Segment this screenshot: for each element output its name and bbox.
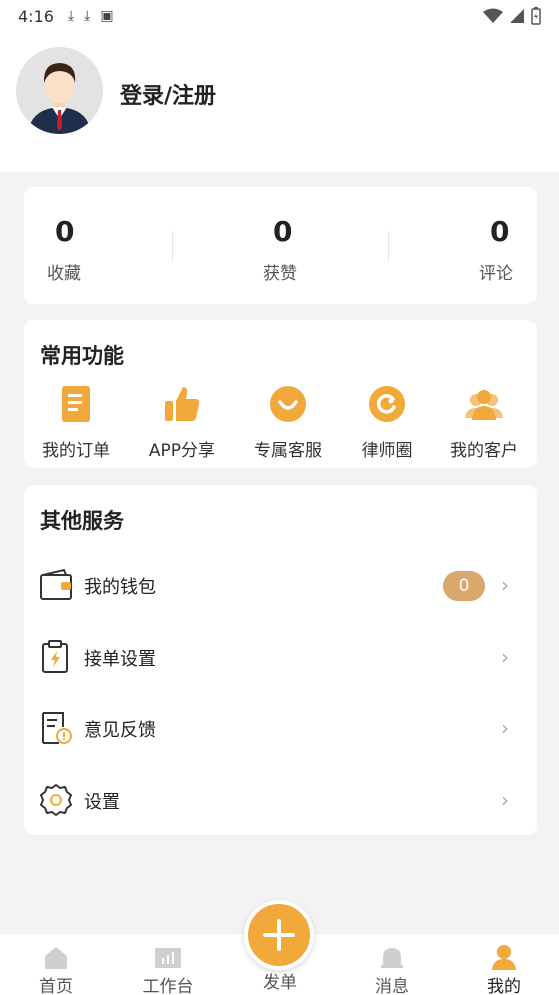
signal-icon bbox=[510, 9, 524, 23]
service-row-feedback[interactable]: 意见反馈 › bbox=[24, 698, 537, 758]
avatar[interactable] bbox=[16, 47, 103, 134]
home-icon bbox=[45, 947, 67, 969]
chevron-right-icon: › bbox=[501, 645, 509, 669]
tab-label: 消息 bbox=[375, 977, 409, 995]
stat-label: 获赞 bbox=[263, 264, 297, 284]
func-label: APP分享 bbox=[148, 441, 216, 461]
service-label: 意见反馈 bbox=[84, 720, 156, 741]
func-my-clients[interactable]: 我的客户 bbox=[434, 384, 534, 461]
stat-comments[interactable]: 0 评论 bbox=[366, 187, 537, 304]
stats-card: 0 收藏 0 获赞 0 评论 bbox=[24, 187, 537, 304]
service-label: 设置 bbox=[84, 792, 120, 813]
service-row-order-settings[interactable]: 接单设置 › bbox=[24, 627, 537, 687]
tab-label: 首页 bbox=[39, 977, 73, 995]
func-my-orders[interactable]: 我的订单 bbox=[26, 384, 126, 461]
app-notification-icon: ▣ bbox=[100, 8, 114, 24]
service-label: 我的钱包 bbox=[84, 577, 156, 598]
order-icon bbox=[62, 386, 90, 422]
tab-label: 我的 bbox=[487, 977, 521, 995]
func-label: 我的客户 bbox=[450, 441, 518, 461]
func-lawyer-circle[interactable]: 律师圈 bbox=[337, 384, 437, 461]
stat-label: 收藏 bbox=[47, 264, 81, 284]
bell-icon bbox=[381, 948, 403, 968]
tab-label: 发单 bbox=[263, 973, 297, 993]
divider bbox=[172, 231, 173, 261]
status-right bbox=[483, 7, 541, 25]
func-label: 我的订单 bbox=[42, 441, 110, 461]
thumbs-up-icon bbox=[165, 387, 200, 421]
wifi-icon bbox=[483, 8, 503, 23]
customer-service-icon bbox=[270, 386, 306, 422]
tab-messages[interactable]: 消息 bbox=[342, 934, 442, 995]
func-app-share[interactable]: APP分享 bbox=[132, 384, 232, 461]
order-settings-icon bbox=[42, 640, 68, 673]
stat-value: 0 bbox=[55, 215, 75, 248]
tab-label: 工作台 bbox=[142, 977, 194, 995]
gear-icon bbox=[40, 784, 72, 816]
clients-icon bbox=[465, 390, 503, 420]
download-icon: ⤓ bbox=[84, 8, 91, 24]
plus-icon bbox=[263, 919, 295, 951]
other-services-card: 其他服务 我的钱包 0 › 接单设置 › 意见反馈 › 设置 › bbox=[24, 485, 537, 835]
service-row-settings[interactable]: 设置 › bbox=[24, 770, 537, 830]
section-title: 其他服务 bbox=[40, 509, 124, 533]
status-time: 4:16 bbox=[18, 6, 54, 26]
common-functions-card: 常用功能 我的订单 APP分享 专属客服 律师圈 我的客户 bbox=[24, 320, 537, 468]
lawyer-circle-icon bbox=[369, 386, 405, 422]
chevron-right-icon: › bbox=[501, 716, 509, 740]
stat-value: 0 bbox=[273, 215, 293, 248]
workbench-icon bbox=[155, 948, 181, 968]
tab-mine[interactable]: 我的 bbox=[454, 934, 554, 995]
tab-home[interactable]: 首页 bbox=[6, 934, 106, 995]
profile-header[interactable]: 登录/注册 bbox=[0, 32, 559, 172]
user-avatar-icon bbox=[16, 47, 103, 134]
func-label: 专属客服 bbox=[254, 441, 322, 461]
stat-value: 0 bbox=[490, 215, 510, 248]
func-customer-service[interactable]: 专属客服 bbox=[238, 384, 338, 461]
status-bar: 4:16 ⤓ ⤓ ▣ bbox=[0, 0, 559, 32]
stat-likes[interactable]: 0 获赞 bbox=[195, 187, 366, 304]
download-icon: ⤓ bbox=[67, 8, 75, 24]
service-label: 接单设置 bbox=[84, 649, 156, 670]
wallet-icon bbox=[40, 568, 72, 600]
chevron-right-icon: › bbox=[501, 788, 509, 812]
feedback-icon bbox=[42, 712, 72, 744]
person-icon bbox=[492, 945, 516, 970]
section-title: 常用功能 bbox=[40, 344, 124, 368]
tab-workbench[interactable]: 工作台 bbox=[118, 934, 218, 995]
stat-favorites[interactable]: 0 收藏 bbox=[24, 187, 195, 304]
service-row-wallet[interactable]: 我的钱包 0 › bbox=[24, 555, 537, 615]
wallet-badge: 0 bbox=[443, 571, 485, 601]
chevron-right-icon: › bbox=[501, 573, 509, 597]
stat-label: 评论 bbox=[479, 264, 513, 284]
battery-icon bbox=[531, 7, 541, 25]
publish-fab-button[interactable] bbox=[244, 900, 314, 970]
login-register-link[interactable]: 登录/注册 bbox=[120, 78, 216, 110]
func-label: 律师圈 bbox=[361, 441, 413, 461]
